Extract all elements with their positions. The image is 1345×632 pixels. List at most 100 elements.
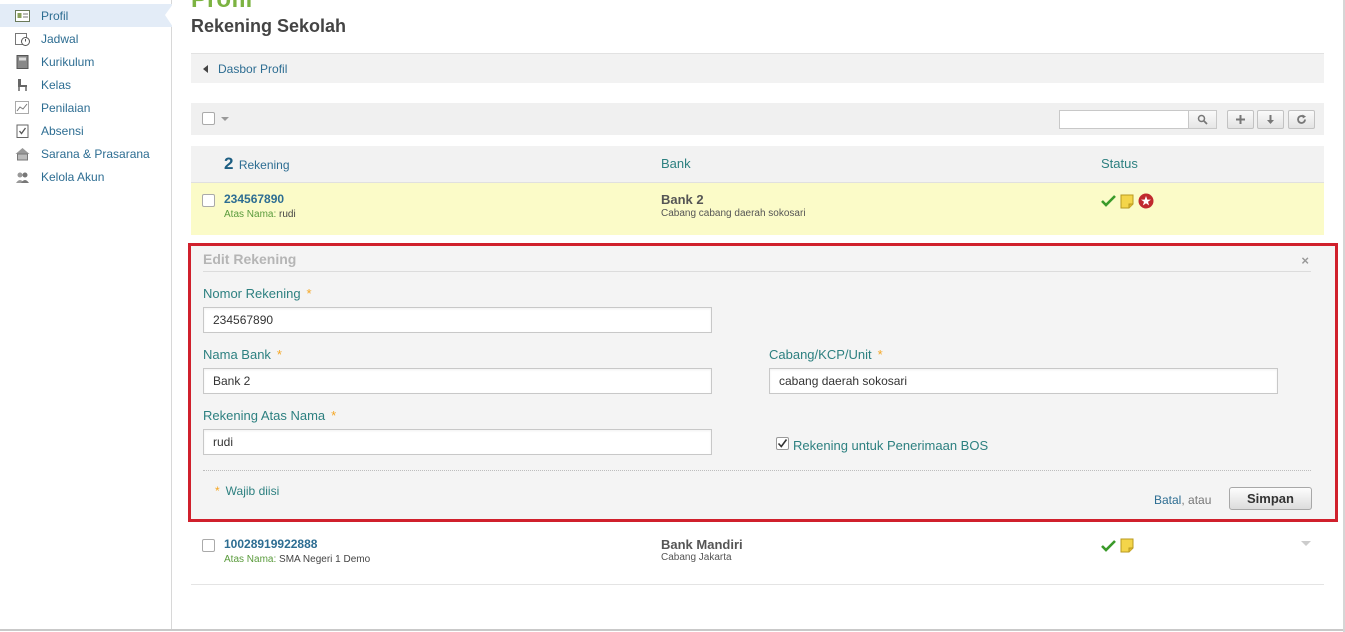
search-input[interactable] <box>1059 110 1189 129</box>
building-icon <box>14 147 30 161</box>
select-dropdown-icon[interactable] <box>221 117 229 121</box>
star-badge-icon[interactable] <box>1138 193 1154 209</box>
account-number[interactable]: 10028919922888 <box>224 537 317 551</box>
row-menu-chevron-icon[interactable] <box>1301 541 1311 546</box>
divider <box>191 584 1324 585</box>
bank-name: Bank Mandiri <box>661 537 743 552</box>
back-link[interactable]: Dasbor Profil <box>218 62 287 76</box>
nama-bank-label: Nama Bank * <box>203 347 282 362</box>
status-icons <box>1101 193 1154 209</box>
back-arrow-icon <box>203 64 208 73</box>
nomor-rekening-input[interactable] <box>203 307 712 333</box>
note-icon[interactable] <box>1120 194 1134 209</box>
account-count: 2 Rekening <box>224 154 290 174</box>
bank-name: Bank 2 <box>661 192 704 207</box>
refresh-icon <box>1297 114 1306 124</box>
sidebar-item-label: Kurikulum <box>41 54 95 69</box>
atas-nama-input[interactable] <box>203 429 712 455</box>
section-heading: Profil <box>191 0 252 14</box>
back-link-bar[interactable]: Dasbor Profil <box>191 53 1324 83</box>
required-star: * <box>306 286 312 301</box>
profile-card-icon <box>14 9 30 23</box>
required-star: * <box>877 347 883 362</box>
divider <box>203 271 1311 272</box>
page-title: Rekening Sekolah <box>191 16 347 36</box>
calendar-clock-icon <box>14 32 30 46</box>
sidebar-item-label: Penilaian <box>41 100 91 115</box>
sidebar-item-label: Kelas <box>41 77 72 92</box>
checkbox-check-icon <box>777 439 788 448</box>
search-button[interactable] <box>1188 110 1217 129</box>
save-button[interactable]: Simpan <box>1229 487 1312 510</box>
table-row[interactable]: 234567890 Atas Nama: rudi Bank 2 Cabang … <box>191 183 1324 235</box>
count-number: 2 <box>224 154 234 173</box>
owner-name: SMA Negeri 1 Demo <box>279 554 371 565</box>
users-icon <box>14 170 30 184</box>
atas-nama-label: Rekening Atas Nama * <box>203 408 337 423</box>
page-divider <box>0 629 1345 631</box>
bank-branch: Cabang Jakarta <box>661 552 732 563</box>
checkmark-icon <box>1101 195 1116 207</box>
bos-checkbox[interactable] <box>776 437 789 450</box>
divider <box>203 470 1311 471</box>
sidebar-item-kelas[interactable]: Kelas <box>0 73 171 96</box>
book-icon <box>14 54 30 69</box>
account-number[interactable]: 234567890 <box>224 192 284 206</box>
sidebar-item-sarana[interactable]: Sarana & Prasarana <box>0 142 171 165</box>
required-note: * Wajib diisi <box>215 484 280 498</box>
clipboard-check-icon <box>14 124 30 138</box>
row-checkbox[interactable] <box>202 194 215 207</box>
cancel-link[interactable]: Batal <box>1154 493 1181 507</box>
nomor-rekening-label: Nomor Rekening * <box>203 286 312 301</box>
sidebar-item-label: Profil <box>41 8 69 23</box>
sidebar-item-profil[interactable]: Profil <box>0 4 173 27</box>
required-star: * <box>215 484 220 498</box>
status-icons <box>1101 538 1134 553</box>
sidebar-item-absensi[interactable]: Absensi <box>0 119 171 142</box>
owner-name: rudi <box>279 209 296 220</box>
cabang-label: Cabang/KCP/Unit * <box>769 347 883 362</box>
list-toolbar <box>191 103 1324 135</box>
bank-branch: Cabang cabang daerah sokosari <box>661 208 806 219</box>
column-header-bank: Bank <box>661 156 691 171</box>
column-header-status: Status <box>1101 156 1138 171</box>
required-star: * <box>276 347 282 362</box>
row-checkbox[interactable] <box>202 539 215 552</box>
or-text: , atau <box>1181 493 1212 507</box>
table-row[interactable]: 10028919922888 Atas Nama: SMA Negeri 1 D… <box>191 528 1324 584</box>
edit-account-panel: Edit Rekening × Nomor Rekening* Nama Ban… <box>188 243 1338 522</box>
plus-icon <box>1236 115 1245 124</box>
sidebar-item-label: Sarana & Prasarana <box>41 146 150 161</box>
bos-checkbox-label[interactable]: Rekening untuk Penerimaan BOS <box>793 438 988 453</box>
table-header: 2 Rekening Bank Status <box>191 146 1324 183</box>
nama-bank-input[interactable] <box>203 368 712 394</box>
cabang-input[interactable] <box>769 368 1278 394</box>
sidebar-item-label: Jadwal <box>41 31 79 46</box>
chart-icon <box>14 100 30 115</box>
download-icon <box>1267 115 1274 124</box>
sidebar-item-kurikulum[interactable]: Kurikulum <box>0 50 171 73</box>
owner-label: Atas Nama: <box>224 209 277 220</box>
chair-icon <box>14 78 30 92</box>
count-label: Rekening <box>238 158 290 172</box>
close-icon[interactable]: × <box>1301 253 1309 268</box>
sidebar-item-kelola-akun[interactable]: Kelola Akun <box>0 165 171 188</box>
sidebar-item-label: Absensi <box>41 123 84 138</box>
required-star: * <box>331 408 337 423</box>
sidebar: Profil Jadwal Kurikulum Kelas Penilaian … <box>0 0 173 630</box>
sidebar-item-label: Kelola Akun <box>41 169 105 184</box>
note-icon[interactable] <box>1120 538 1134 553</box>
download-button[interactable] <box>1257 110 1284 129</box>
refresh-button[interactable] <box>1288 110 1315 129</box>
sidebar-item-penilaian[interactable]: Penilaian <box>0 96 171 119</box>
account-owner: Atas Nama: SMA Negeri 1 Demo <box>224 554 370 565</box>
add-button[interactable] <box>1227 110 1254 129</box>
cancel-link-wrap: Batal, atau <box>1154 493 1211 507</box>
account-owner: Atas Nama: rudi <box>224 209 296 220</box>
search-icon <box>1197 114 1208 125</box>
edit-panel-title: Edit Rekening <box>203 251 297 267</box>
sidebar-item-jadwal[interactable]: Jadwal <box>0 27 171 50</box>
checkmark-icon <box>1101 539 1116 552</box>
select-all-checkbox[interactable] <box>202 112 215 125</box>
owner-label: Atas Nama: <box>224 554 277 565</box>
